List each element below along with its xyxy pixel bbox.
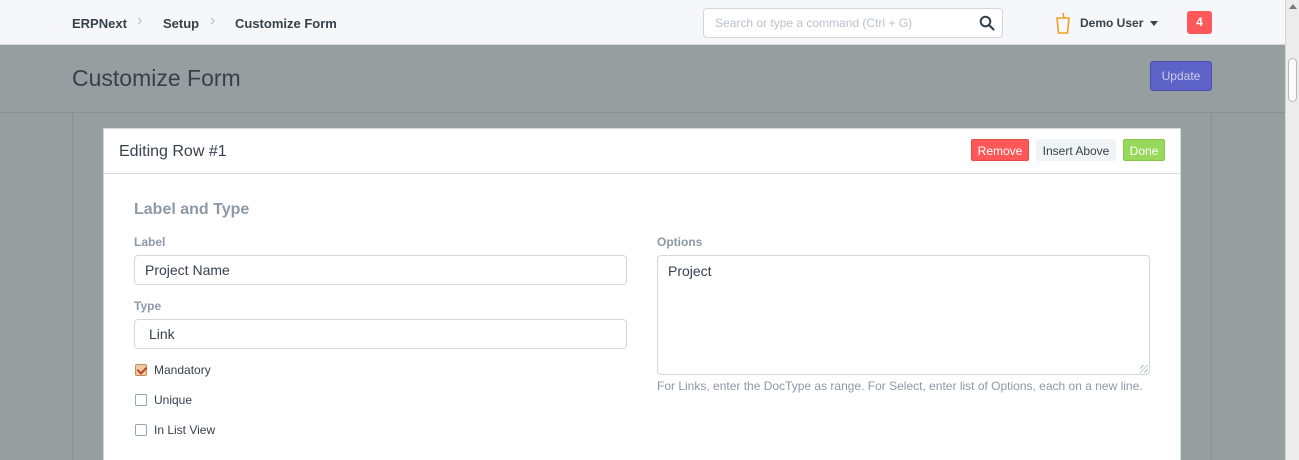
panel-header: Editing Row #1 Remove Insert Above Done — [104, 129, 1180, 174]
user-menu[interactable]: Demo User — [1080, 16, 1143, 30]
scrollbar[interactable] — [1285, 0, 1299, 460]
caret-down-icon[interactable] — [1150, 21, 1158, 26]
label-field-label: Label — [134, 235, 166, 249]
notification-badge[interactable]: 4 — [1187, 11, 1212, 34]
page-title: Customize Form — [72, 65, 241, 91]
chevron-right-icon: › — [137, 12, 143, 29]
unique-checkbox[interactable] — [135, 394, 147, 406]
unique-label: Unique — [154, 393, 193, 407]
scrollbar-thumb[interactable] — [1288, 58, 1297, 102]
breadcrumb-customize-form[interactable]: Customize Form — [235, 16, 337, 31]
navbar: ERPNext › Setup › Customize Form Search … — [0, 0, 1285, 45]
chevron-right-icon: › — [210, 12, 216, 29]
scroll-up-arrow-icon[interactable] — [1289, 4, 1297, 9]
section-title: Label and Type — [134, 201, 250, 218]
breadcrumb-setup[interactable]: Setup — [163, 16, 199, 31]
label-input[interactable]: Project Name — [134, 255, 627, 285]
resize-handle-icon[interactable] — [1140, 365, 1148, 373]
page-head: Customize Form Update — [0, 45, 1285, 113]
remove-button[interactable]: Remove — [971, 139, 1029, 161]
type-select[interactable]: Link — [134, 319, 627, 349]
update-button[interactable]: Update — [1150, 61, 1212, 91]
options-field-label: Options — [657, 235, 703, 249]
search-icon[interactable] — [979, 15, 995, 31]
in-list-view-label: In List View — [154, 423, 216, 437]
mandatory-label: Mandatory — [154, 363, 211, 377]
search-bar[interactable]: Search or type a command (Ctrl + G) — [703, 8, 1003, 38]
breadcrumb-erpnext[interactable]: ERPNext — [72, 16, 127, 31]
insert-above-button[interactable]: Insert Above — [1036, 139, 1116, 161]
options-textarea[interactable]: Project — [657, 255, 1150, 375]
search-input[interactable]: Search or type a command (Ctrl + G) — [715, 16, 912, 30]
in-list-view-checkbox[interactable] — [135, 424, 147, 436]
type-field-label: Type — [134, 299, 162, 313]
panel-title: Editing Row #1 — [119, 143, 227, 160]
edit-row-panel: Editing Row #1 Remove Insert Above Done … — [103, 128, 1181, 460]
options-help-text: For Links, enter the DocType as range. F… — [657, 379, 1143, 393]
done-button[interactable]: Done — [1123, 139, 1165, 161]
mandatory-checkbox[interactable] — [135, 364, 147, 376]
options-value: Project — [668, 263, 712, 279]
avatar-icon[interactable] — [1054, 12, 1072, 34]
